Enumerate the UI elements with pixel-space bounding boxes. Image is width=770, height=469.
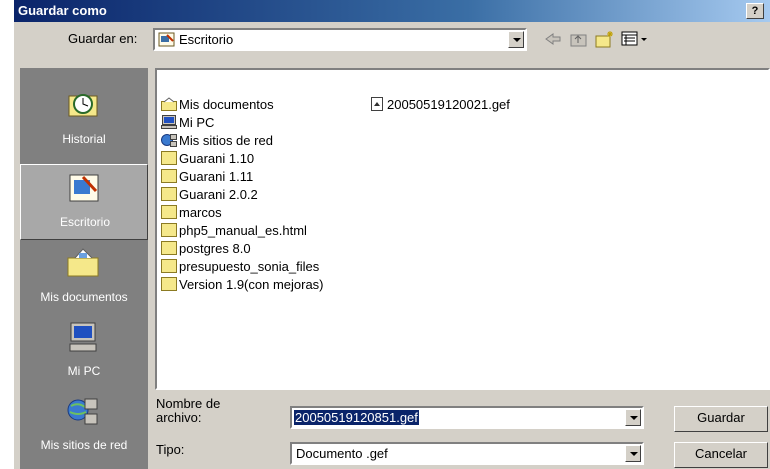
filename-input[interactable]: 20050519120851.gef [290, 406, 644, 429]
place-label: Mi PC [67, 364, 101, 378]
edge-mark [2, 330, 5, 352]
file-name: Guarani 2.0.2 [179, 187, 258, 202]
filename-value: 20050519120851.gef [294, 410, 419, 425]
folder-icon [161, 187, 177, 201]
my-documents-icon [67, 248, 99, 277]
folder-icon [161, 169, 177, 183]
place-label: Historial [62, 132, 106, 146]
file-name: Mis documentos [179, 97, 274, 112]
new-folder-icon[interactable] [595, 29, 615, 49]
filetype-dropdown-wrapper [625, 445, 641, 462]
up-folder-icon[interactable] [569, 29, 589, 49]
file-name: postgres 8.0 [179, 241, 251, 256]
save-as-dialog: Guardar como ? Guardar en: Escritorio Hi… [14, 0, 770, 469]
places-bar: Historial Escritorio Mis documentos Mi P… [20, 68, 148, 469]
lookin-dropdown-arrow[interactable] [508, 31, 524, 48]
lookin-value: Escritorio [179, 32, 234, 47]
view-menu-icon[interactable] [621, 30, 649, 48]
filetype-label: Tipo: [156, 442, 185, 457]
lookin-label: Guardar en: [68, 31, 138, 46]
title-bar[interactable]: Guardar como ? [14, 0, 770, 22]
filename-label: Nombre de archivo: [156, 396, 221, 425]
lookin-combo[interactable]: Escritorio [153, 28, 527, 51]
filename-dropdown-arrow[interactable] [625, 409, 641, 426]
file-name: php5_manual_es.html [179, 223, 307, 238]
dialog-title: Guardar como [18, 3, 107, 18]
desktop-small-icon [158, 32, 175, 47]
folder-icon [161, 205, 177, 219]
place-label: Mis documentos [40, 290, 128, 304]
cancel-button[interactable]: Cancelar [674, 442, 768, 468]
file-name: Version 1.9(con mejoras) [179, 277, 324, 292]
place-mis-documentos[interactable]: Mis documentos [20, 240, 148, 316]
place-historial[interactable]: Historial [20, 82, 148, 158]
file-name: 20050519120021.gef [387, 97, 510, 112]
my-computer-icon [69, 322, 97, 352]
desktop-icon [69, 174, 99, 202]
folder-icon [161, 259, 177, 273]
file-list[interactable]: Mis documentos Mi PC Mis sitios de red G… [155, 68, 770, 390]
file-name: presupuesto_sonia_files [179, 259, 320, 274]
file-name: marcos [179, 205, 222, 220]
network-places-icon [161, 134, 177, 147]
folder-icon [161, 277, 177, 291]
filetype-value: Documento .gef [296, 446, 388, 461]
save-button[interactable]: Guardar [674, 406, 768, 432]
place-label: Mis sitios de red [40, 438, 128, 452]
filetype-dropdown-arrow[interactable] [625, 445, 641, 462]
file-name: Guarani 1.10 [179, 151, 255, 166]
folder-icon [161, 223, 177, 237]
help-button[interactable]: ? [746, 3, 764, 19]
history-icon [68, 94, 98, 117]
file-name: Guarani 1.11 [179, 169, 254, 184]
my-computer-icon [161, 115, 177, 129]
place-mi-pc[interactable]: Mi PC [20, 314, 148, 390]
file-name: Mis sitios de red [179, 133, 273, 148]
filename-dropdown-wrapper [625, 409, 641, 426]
folder-icon [161, 151, 177, 165]
filetype-combo[interactable]: Documento .gef [290, 442, 644, 465]
folder-icon [161, 241, 177, 255]
file-name: Mi PC [179, 115, 215, 130]
gef-file-icon [371, 97, 383, 111]
my-documents-icon [161, 97, 177, 111]
back-arrow-icon[interactable] [543, 29, 563, 49]
place-escritorio[interactable]: Escritorio [20, 164, 148, 240]
network-places-icon [67, 398, 98, 425]
place-label: Escritorio [59, 215, 110, 229]
place-sitios-de-red[interactable]: Mis sitios de red [20, 388, 148, 464]
